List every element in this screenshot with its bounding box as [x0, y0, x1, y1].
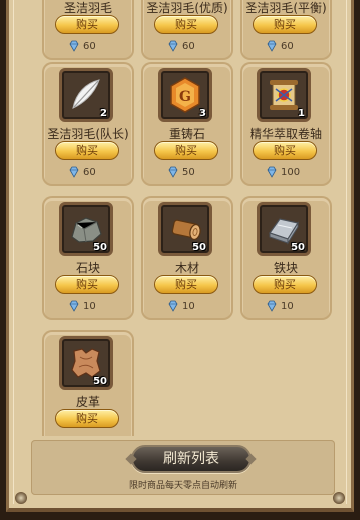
buy-button[interactable]: 购买 [55, 15, 119, 34]
item-name: 石块 [75, 261, 100, 275]
refresh-list-button[interactable]: 刷新列表 [131, 445, 251, 473]
price-value: 100 [281, 166, 301, 178]
item-icon-frame: 50 [158, 202, 212, 256]
item-name: 铁块 [273, 261, 298, 275]
gem-icon [69, 166, 79, 178]
buy-button[interactable]: 购买 [253, 15, 317, 34]
item-quantity: 3 [199, 108, 206, 119]
buy-button[interactable]: 购买 [55, 409, 119, 428]
item-name: 圣洁羽毛(优质) [146, 1, 228, 15]
shop-item-card[interactable]: 圣洁羽毛(优质) 购买 60 [141, 0, 233, 60]
item-quantity: 50 [291, 242, 305, 253]
price-value: 10 [281, 300, 294, 312]
item-quantity: 50 [93, 376, 107, 387]
refresh-note: 限时商品每天零点自动刷新 [128, 481, 237, 491]
item-name: 精华萃取卷轴 [249, 127, 322, 141]
item-icon-frame: 50 [59, 336, 113, 390]
shop-item-card[interactable]: 圣洁羽毛(平衡) 购买 60 [240, 0, 332, 60]
price-value: 60 [182, 40, 195, 52]
shop-item-card[interactable]: 50 皮革 购买 [42, 330, 134, 436]
item-icon-frame: G 3 [158, 68, 212, 122]
gem-icon [267, 166, 277, 178]
item-price: 100 [266, 165, 300, 179]
item-price: 10 [167, 299, 195, 313]
item-name: 圣洁羽毛(队长) [47, 127, 129, 141]
gem-icon [69, 300, 79, 312]
shop-panel: 圣洁羽毛 购买 60 圣洁羽毛(优质) 购买 60 圣洁羽毛(平衡) 购买 60 [6, 0, 354, 512]
gem-icon [267, 40, 277, 52]
gem-icon [168, 40, 178, 52]
item-name: 重铸石 [168, 127, 205, 141]
price-value: 10 [83, 300, 96, 312]
price-value: 60 [281, 40, 294, 52]
buy-button[interactable]: 购买 [55, 275, 119, 294]
gem-icon [267, 300, 277, 312]
gem-icon [69, 40, 79, 52]
buy-button[interactable]: 购买 [154, 15, 218, 34]
price-value: 60 [83, 166, 96, 178]
item-grid: 圣洁羽毛 购买 60 圣洁羽毛(优质) 购买 60 圣洁羽毛(平衡) 购买 60 [9, 0, 351, 436]
price-value: 60 [83, 40, 96, 52]
item-quantity: 50 [93, 242, 107, 253]
item-name: 圣洁羽毛(平衡) [245, 1, 327, 15]
item-price: 10 [266, 299, 294, 313]
shop-item-card[interactable]: 50 铁块 购买 10 [240, 196, 332, 320]
buy-button[interactable]: 购买 [154, 275, 218, 294]
item-icon-frame: 50 [257, 202, 311, 256]
corner-rivet-icon [15, 492, 27, 504]
item-price: 60 [68, 39, 96, 53]
item-name: 圣洁羽毛 [63, 1, 112, 15]
item-quantity: 2 [100, 108, 107, 119]
buy-button[interactable]: 购买 [154, 141, 218, 160]
item-price: 60 [68, 165, 96, 179]
shop-footer: 刷新列表 限时商品每天零点自动刷新 [31, 440, 335, 495]
item-price: 50 [167, 165, 195, 179]
shop-item-card[interactable]: 1 精华萃取卷轴 购买 100 [240, 62, 332, 186]
item-price: 60 [266, 39, 294, 53]
buy-button[interactable]: 购买 [253, 275, 317, 294]
item-icon-frame: 1 [257, 68, 311, 122]
item-price: 60 [167, 39, 195, 53]
shop-item-card[interactable]: 圣洁羽毛 购买 60 [42, 0, 134, 60]
buy-button[interactable]: 购买 [55, 141, 119, 160]
shop-item-card[interactable]: 50 石块 购买 10 [42, 196, 134, 320]
item-price: 10 [68, 299, 96, 313]
item-name: 皮革 [75, 395, 100, 409]
shop-item-card[interactable]: G 3 重铸石 购买 50 [141, 62, 233, 186]
shop-item-card[interactable]: 50 木材 购买 10 [141, 196, 233, 320]
buy-button[interactable]: 购买 [253, 141, 317, 160]
price-value: 50 [182, 166, 195, 178]
gem-icon [168, 300, 178, 312]
gem-icon [168, 166, 178, 178]
price-value: 10 [182, 300, 195, 312]
svg-text:G: G [179, 89, 191, 105]
item-icon-frame: 50 [59, 202, 113, 256]
shop-item-card[interactable]: 2 圣洁羽毛(队长) 购买 60 [42, 62, 134, 186]
item-quantity: 1 [298, 108, 305, 119]
item-name: 木材 [174, 261, 199, 275]
item-icon-frame: 2 [59, 68, 113, 122]
corner-rivet-icon [333, 492, 345, 504]
item-quantity: 50 [192, 242, 206, 253]
